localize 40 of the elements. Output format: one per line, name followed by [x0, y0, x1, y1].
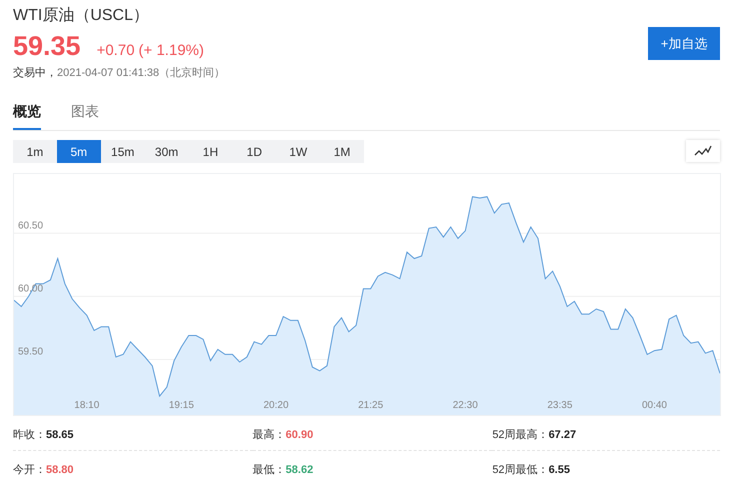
instrument-title: WTI原油（USCL）	[13, 6, 150, 26]
x-axis-label: 21:25	[358, 400, 384, 411]
stat-value: 58.62	[286, 464, 314, 476]
stat-label: 最高：	[252, 429, 286, 441]
x-axis-label: 23:35	[547, 400, 572, 411]
stat-label: 昨收：	[13, 429, 46, 441]
interval-button[interactable]: 1m	[13, 140, 57, 163]
x-axis-label: 18:10	[74, 400, 100, 411]
stat-value: 58.65	[46, 429, 74, 441]
interval-button[interactable]: 30m	[144, 140, 188, 163]
interval-button[interactable]: 1W	[276, 140, 320, 163]
x-axis-label: 19:15	[168, 400, 194, 411]
stat-value: 60.90	[286, 429, 314, 441]
tab[interactable]: 图表	[71, 99, 99, 130]
x-axis-label: 20:20	[264, 400, 289, 411]
interval-button[interactable]: 1D	[232, 140, 276, 163]
y-axis-label: 60.50	[18, 220, 44, 232]
stat-value: 58.80	[46, 464, 74, 476]
stat-label: 52周最低：	[492, 464, 549, 476]
stat-label: 今开：	[13, 464, 46, 476]
x-axis-label: 22:30	[452, 400, 478, 411]
trading-status: 交易中，	[13, 66, 57, 78]
stat-value: 6.55	[548, 464, 570, 476]
y-axis-label: 59.50	[18, 346, 44, 358]
price-change: +0.70	[96, 41, 135, 61]
chart-type-button[interactable]	[686, 140, 720, 162]
interval-button[interactable]: 5m	[56, 140, 101, 163]
timestamp: 2021-04-07 01:41:38（北京时间）	[57, 66, 226, 78]
stat-label: 最低：	[252, 464, 286, 476]
add-watchlist-button[interactable]: +加自选	[648, 27, 720, 60]
interval-button[interactable]: 15m	[100, 140, 145, 163]
stat-value: 67.27	[548, 429, 576, 441]
interval-button[interactable]: 1M	[320, 140, 364, 163]
tab[interactable]: 概览	[13, 99, 41, 130]
change-percent: (+ 1.19%)	[138, 41, 204, 61]
line-chart-icon	[694, 145, 712, 157]
price: 59.35	[13, 32, 81, 62]
stat-label: 52周最高：	[492, 429, 549, 441]
interval-button[interactable]: 1H	[188, 140, 232, 163]
x-axis-label: 00:40	[642, 400, 667, 411]
